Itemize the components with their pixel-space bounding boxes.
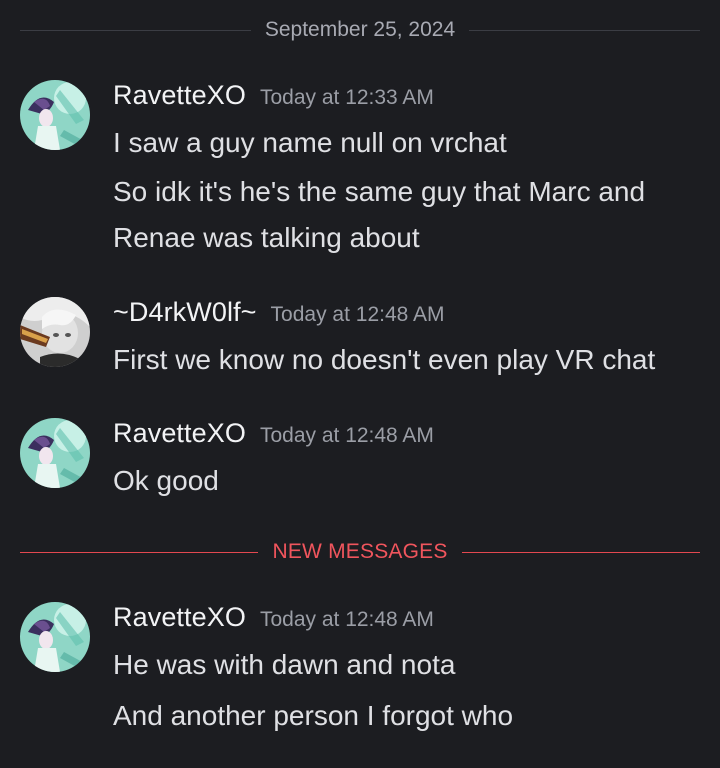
date-divider: September 25, 2024 bbox=[20, 15, 700, 45]
ravette-avatar[interactable] bbox=[20, 418, 90, 488]
ravette-avatar[interactable] bbox=[20, 80, 90, 150]
message-header: RavetteXO Today at 12:48 AM bbox=[113, 418, 434, 449]
message-group[interactable]: ~D4rkW0lf~ Today at 12:48 AM First we kn… bbox=[20, 297, 710, 382]
timestamp: Today at 12:33 AM bbox=[259, 86, 434, 109]
ravette-avatar[interactable] bbox=[20, 602, 90, 672]
new-messages-label: NEW MESSAGES bbox=[272, 540, 448, 563]
message-group[interactable]: RavetteXO Today at 12:48 AM Ok good bbox=[20, 418, 710, 503]
divider-line-right bbox=[469, 29, 700, 31]
timestamp: Today at 12:48 AM bbox=[259, 608, 434, 631]
darkwolf-avatar[interactable] bbox=[20, 297, 90, 367]
username[interactable]: RavetteXO bbox=[113, 418, 246, 449]
divider-line-right bbox=[461, 551, 701, 553]
date-divider-label: September 25, 2024 bbox=[264, 18, 456, 41]
message-text: And another person I forgot who bbox=[113, 700, 514, 731]
message-text: Renae was talking about bbox=[113, 222, 420, 253]
message-header: RavetteXO Today at 12:33 AM bbox=[113, 80, 434, 111]
message-text: So idk it's he's the same guy that Marc … bbox=[113, 176, 646, 207]
message-text: He was with dawn and nota bbox=[113, 649, 456, 680]
username[interactable]: ~D4rkW0lf~ bbox=[113, 297, 257, 328]
message-header: ~D4rkW0lf~ Today at 12:48 AM bbox=[113, 297, 445, 328]
username[interactable]: RavetteXO bbox=[113, 80, 246, 111]
timestamp: Today at 12:48 AM bbox=[259, 424, 434, 447]
new-messages-divider: NEW MESSAGES bbox=[20, 537, 701, 567]
message-text: I saw a guy name null on vrchat bbox=[113, 127, 507, 158]
message-header: RavetteXO Today at 12:48 AM bbox=[113, 602, 434, 633]
message-text: Ok good bbox=[113, 465, 219, 496]
username[interactable]: RavetteXO bbox=[113, 602, 246, 633]
divider-line-left bbox=[20, 29, 251, 31]
message-group[interactable]: RavetteXO Today at 12:48 AM He was with … bbox=[20, 602, 710, 742]
message-text: First we know no doesn't even play VR ch… bbox=[113, 344, 656, 375]
divider-line-left bbox=[20, 551, 259, 553]
message-group[interactable]: RavetteXO Today at 12:33 AM I saw a guy … bbox=[20, 80, 710, 260]
timestamp: Today at 12:48 AM bbox=[270, 303, 445, 326]
